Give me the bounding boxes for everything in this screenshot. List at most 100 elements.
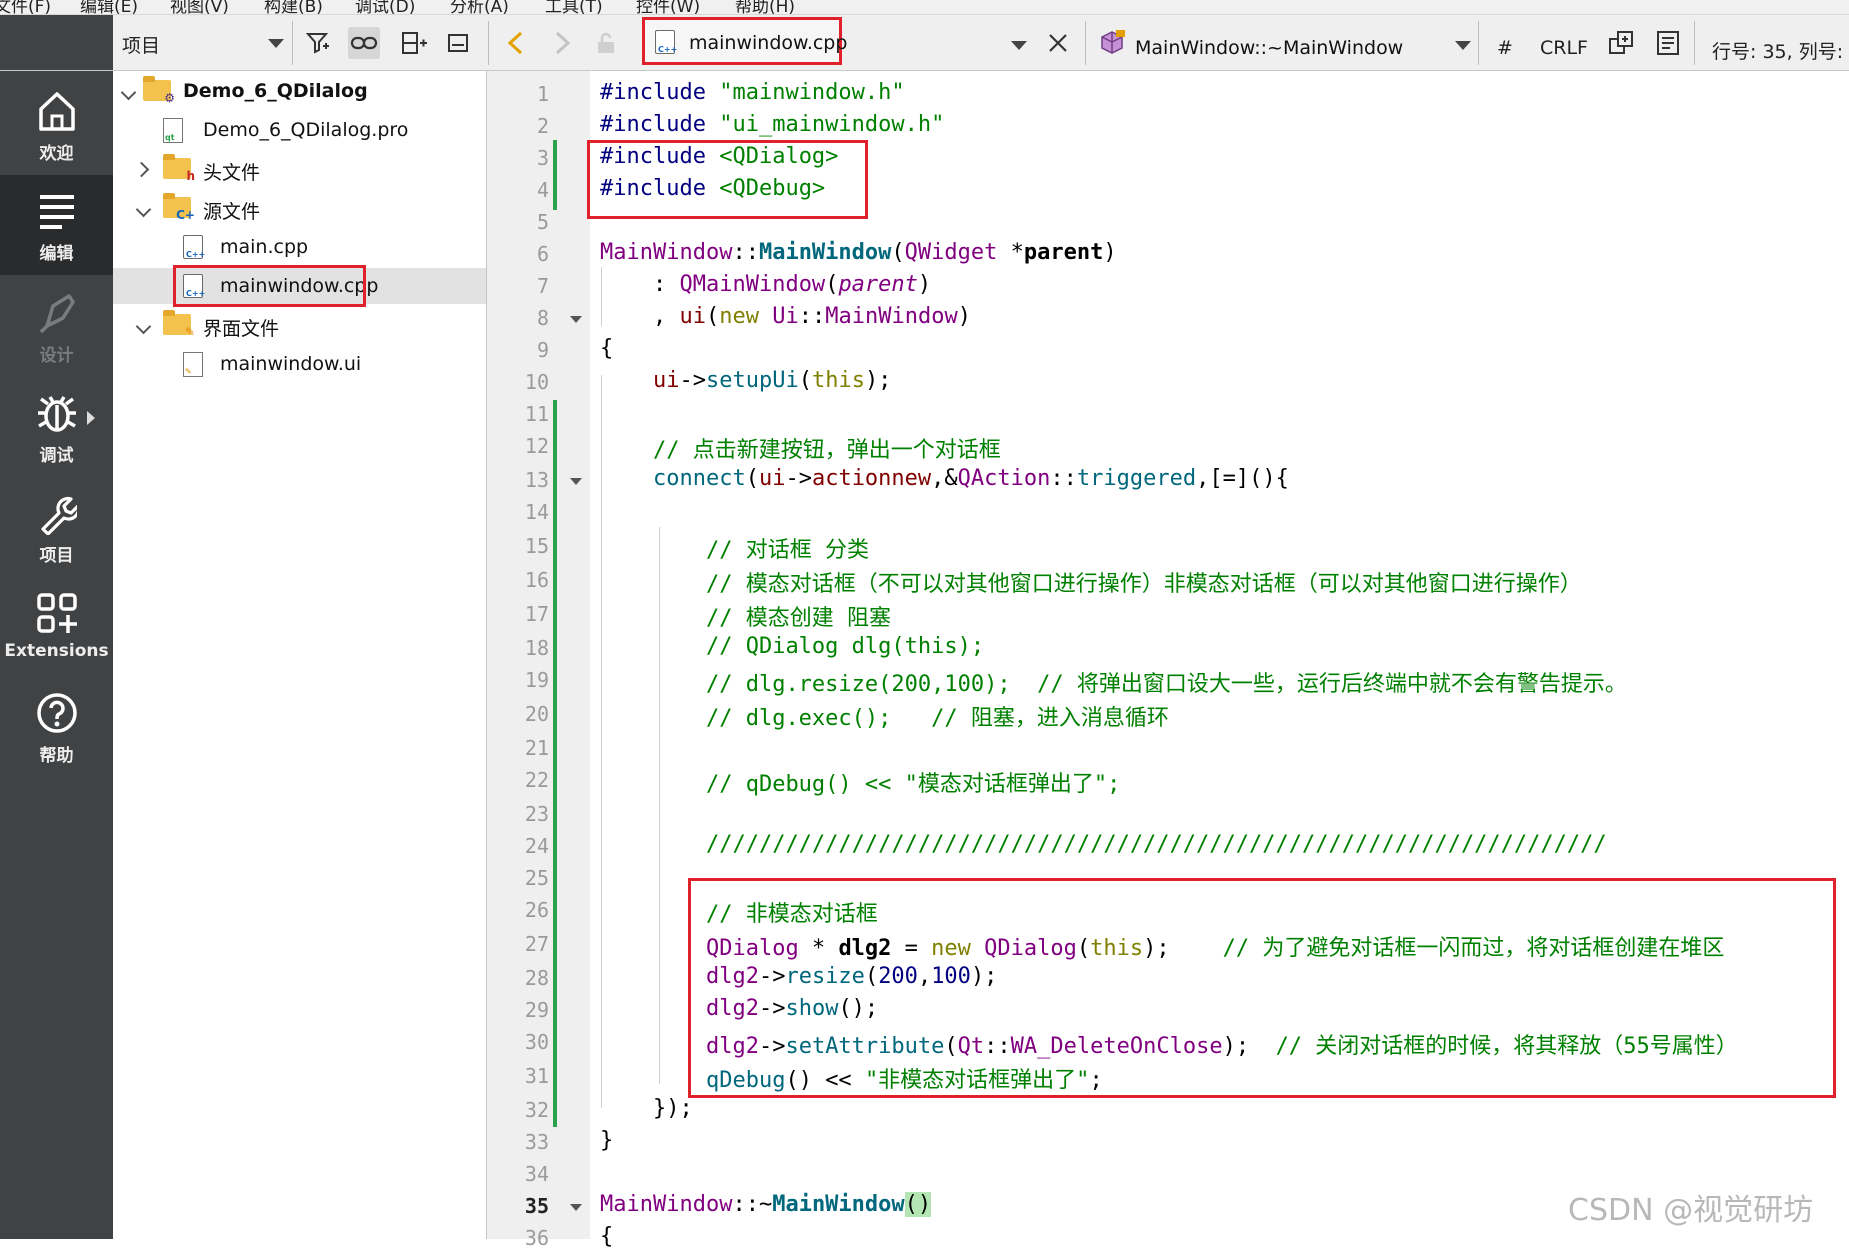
line-number[interactable]: 11 <box>487 402 549 426</box>
line-number[interactable]: 14 <box>487 500 549 524</box>
code-line-20: // dlg.exec(); // 阻塞，进入消息循环 <box>705 706 1169 731</box>
symbol-combo-label: MainWindow::~MainWindow <box>1135 37 1404 59</box>
line-number[interactable]: 7 <box>487 274 549 298</box>
fold-marker-icon[interactable] <box>570 316 582 323</box>
line-ending-selector[interactable]: CRLF <box>1540 37 1588 59</box>
menu-file[interactable]: 文件(F) <box>0 0 51 14</box>
expand-open-icon[interactable] <box>135 318 152 335</box>
edit-icon <box>0 187 113 235</box>
line-number[interactable]: 19 <box>487 668 549 692</box>
forward-arrow-icon[interactable] <box>546 27 578 59</box>
line-number[interactable]: 5 <box>487 210 549 234</box>
expand-open-icon[interactable] <box>120 84 137 101</box>
line-number[interactable]: 15 <box>487 534 549 558</box>
line-number[interactable]: 30 <box>487 1030 549 1054</box>
tree-node-forms[interactable]: ✎ 界面文件 <box>113 307 486 343</box>
editor-toolbar: 项目 mainwindow.cpp MainWindow::~MainWindo… <box>0 15 1849 71</box>
code-line-33: } <box>600 1128 614 1153</box>
menu-debug[interactable]: 调试(D) <box>355 0 415 14</box>
open-document-tab[interactable]: mainwindow.cpp <box>642 17 847 65</box>
tree-label: 源文件 <box>203 201 261 223</box>
tree-node-sources[interactable]: C+ 源文件 <box>113 190 486 226</box>
code-line-8: , ui(new Ui::MainWindow) <box>600 304 971 329</box>
document-list-chevron-icon[interactable] <box>1011 41 1027 50</box>
line-number[interactable]: 26 <box>487 898 549 922</box>
menu-controls[interactable]: 控件(W) <box>636 0 700 14</box>
line-number[interactable]: 32 <box>487 1098 549 1122</box>
home-icon <box>0 87 113 135</box>
line-number[interactable]: 18 <box>487 636 549 660</box>
line-number[interactable]: 33 <box>487 1130 549 1154</box>
csdn-watermark: CSDN @视觉研坊 <box>1568 1193 1814 1228</box>
line-number[interactable]: 2 <box>487 114 549 138</box>
expand-closed-icon[interactable] <box>133 161 150 178</box>
line-number[interactable]: 36 <box>487 1226 549 1250</box>
close-document-icon[interactable] <box>1042 27 1074 59</box>
line-number[interactable]: 27 <box>487 932 549 956</box>
code-line-36: { <box>600 1224 614 1249</box>
chevron-down-icon <box>1455 41 1471 50</box>
tree-node-headers[interactable]: h 头文件 <box>113 151 486 187</box>
chevron-down-icon <box>268 39 284 48</box>
menu-help[interactable]: 帮助(H) <box>735 0 795 14</box>
expand-open-icon[interactable] <box>135 201 152 218</box>
line-number[interactable]: 10 <box>487 370 549 394</box>
line-number[interactable]: 8 <box>487 306 549 330</box>
project-view-combo[interactable]: 项目 <box>122 15 292 70</box>
link-sync-icon[interactable] <box>348 27 380 59</box>
mode-debug[interactable]: 调试 <box>0 377 113 477</box>
header-folder-icon: h <box>163 154 195 183</box>
line-number[interactable]: 9 <box>487 338 549 362</box>
line-number[interactable]: 35 <box>487 1194 549 1218</box>
mode-projects[interactable]: 项目 <box>0 477 113 577</box>
tree-node-main-cpp[interactable]: main.cpp <box>113 229 486 265</box>
line-number[interactable]: 6 <box>487 242 549 266</box>
tree-node-project[interactable]: ⚙ Demo_6_QDilalog <box>113 73 486 109</box>
back-arrow-icon[interactable] <box>500 27 532 59</box>
line-number[interactable]: 4 <box>487 178 549 202</box>
line-number[interactable]: 1 <box>487 82 549 106</box>
line-number[interactable]: 31 <box>487 1064 549 1088</box>
close-sidebar-icon[interactable] <box>442 27 474 59</box>
source-folder-icon: C+ <box>163 193 195 222</box>
line-number[interactable]: 20 <box>487 702 549 726</box>
fold-marker-icon[interactable] <box>570 1204 582 1211</box>
line-number[interactable]: 24 <box>487 834 549 858</box>
menu-tools[interactable]: 工具(T) <box>545 0 603 14</box>
line-number[interactable]: 16 <box>487 568 549 592</box>
menu-edit[interactable]: 编辑(E) <box>80 0 138 14</box>
line-number[interactable]: 25 <box>487 866 549 890</box>
settings-boxes-icon[interactable] <box>1605 27 1637 59</box>
line-number[interactable]: 12 <box>487 434 549 458</box>
code-line-24: ////////////////////////////////////////… <box>705 832 1607 857</box>
line-number[interactable]: 13 <box>487 468 549 492</box>
debug-bug-icon <box>0 389 113 437</box>
line-number[interactable]: 3 <box>487 146 549 170</box>
mode-extensions[interactable]: Extensions <box>0 577 113 677</box>
line-number[interactable]: 34 <box>487 1162 549 1186</box>
mode-edit[interactable]: 编辑 <box>0 175 113 275</box>
change-marker <box>553 140 557 210</box>
mode-welcome[interactable]: 欢迎 <box>0 75 113 175</box>
menu-build[interactable]: 构建(B) <box>264 0 323 14</box>
menu-analyze[interactable]: 分析(A) <box>450 0 509 14</box>
fold-marker-icon[interactable] <box>570 478 582 485</box>
project-folder-icon: ⚙ <box>143 76 175 105</box>
extensions-icon <box>0 589 113 637</box>
mode-design[interactable]: 设计 <box>0 277 113 377</box>
outline-icon[interactable] <box>1652 27 1684 59</box>
menu-view[interactable]: 视图(V) <box>170 0 229 14</box>
line-number[interactable]: 28 <box>487 966 549 990</box>
filter-icon[interactable] <box>302 27 334 59</box>
line-number[interactable]: 21 <box>487 736 549 760</box>
mode-help[interactable]: 帮助 <box>0 677 113 777</box>
line-number[interactable]: 29 <box>487 998 549 1022</box>
hash-indicator[interactable]: # <box>1497 37 1513 59</box>
line-number[interactable]: 23 <box>487 802 549 826</box>
tree-node-pro-file[interactable]: qt Demo_6_QDilalog.pro <box>113 112 486 148</box>
cursor-position[interactable]: 行号: 35, 列号: 2 <box>1712 37 1849 64</box>
line-number[interactable]: 22 <box>487 768 549 792</box>
line-number[interactable]: 17 <box>487 602 549 626</box>
split-view-icon[interactable] <box>398 27 430 59</box>
tree-node-mainwindow-ui[interactable]: ✎ mainwindow.ui <box>113 346 486 382</box>
